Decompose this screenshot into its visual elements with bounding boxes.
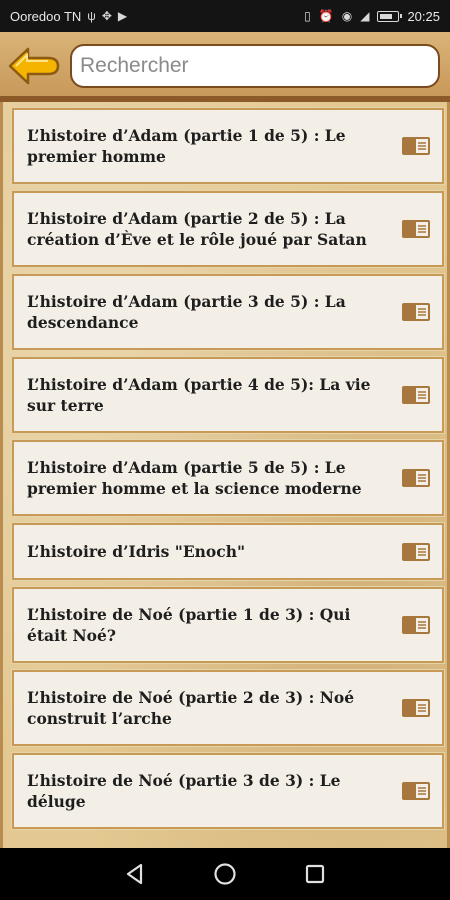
book-icon <box>402 542 430 561</box>
list-item-title: L’histoire de Noé (partie 2 de 3) : Noé … <box>27 688 355 728</box>
list-item[interactable]: L’histoire d’Adam (partie 4 de 5): La vi… <box>11 356 445 434</box>
list-item-title: L’histoire d’Adam (partie 3 de 5) : La d… <box>27 292 346 332</box>
vibrate-icon: ▯ <box>304 9 311 23</box>
list-item-title: L’histoire d’Adam (partie 4 de 5): La vi… <box>27 375 371 415</box>
list-item[interactable]: L’histoire de Noé (partie 2 de 3) : Noé … <box>11 669 445 747</box>
list-item-title: L’histoire d’Adam (partie 5 de 5) : Le p… <box>27 458 362 498</box>
eye-icon: ◉ <box>341 9 353 23</box>
status-bar: Ooredoo TN ψ ✥ ▶ ▯ ⏰ ◉ ◢ 20:25 <box>0 0 450 32</box>
list-item[interactable]: L’histoire d’Adam (partie 2 de 5) : La c… <box>11 190 445 268</box>
signal-icon: ◢ <box>360 9 370 23</box>
nav-home-button[interactable] <box>205 854 245 894</box>
triangle-back-icon <box>126 863 143 885</box>
book-icon <box>402 469 430 487</box>
book-icon <box>402 386 430 404</box>
book-icon <box>402 303 430 321</box>
nav-recent-button[interactable] <box>295 854 335 894</box>
status-right-group: ▯ ⏰ ◉ ◢ 20:25 <box>304 9 440 24</box>
list-item-title: L’histoire de Noé (partie 1 de 3) : Qui … <box>27 605 351 645</box>
list-item-title: L’histoire d’Adam (partie 2 de 5) : La c… <box>27 209 367 249</box>
list-item[interactable]: L’histoire d’Adam (partie 1 de 5) : Le p… <box>11 107 445 185</box>
list-item[interactable]: L’histoire d’Adam (partie 5 de 5) : Le p… <box>11 439 445 517</box>
list-item[interactable]: L’histoire de Noé (partie 1 de 3) : Qui … <box>11 586 445 664</box>
status-time: 20:25 <box>407 8 440 24</box>
carrier-name: Ooredoo TN <box>10 8 82 24</box>
back-button[interactable] <box>8 46 60 86</box>
list-item[interactable]: L’histoire d’Idris "Enoch" <box>11 522 445 581</box>
book-icon <box>402 616 430 634</box>
book-icon <box>402 782 430 800</box>
app-header <box>0 32 450 102</box>
arrow-left-icon <box>8 47 60 85</box>
alarm-icon: ⏰ <box>318 9 334 23</box>
stories-list: L’histoire d’Adam (partie 1 de 5) : Le p… <box>0 102 450 848</box>
youtube-icon: ▶ <box>117 9 128 23</box>
list-item-title: L’histoire de Noé (partie 3 de 3) : Le d… <box>27 771 341 811</box>
notification-icon: ✥ <box>101 9 112 23</box>
system-nav-bar <box>0 848 450 900</box>
list-item-title: L’histoire d’Adam (partie 1 de 5) : Le p… <box>27 126 346 166</box>
book-icon <box>402 699 430 717</box>
battery-icon <box>377 10 403 22</box>
list-item[interactable]: L’histoire de Noé (partie 3 de 3) : Le d… <box>11 752 445 830</box>
square-recent-icon <box>305 864 325 884</box>
list-item[interactable]: L’histoire d’Adam (partie 3 de 5) : La d… <box>11 273 445 351</box>
usb-icon: ψ <box>87 9 96 23</box>
circle-home-icon <box>214 863 236 885</box>
list-item-title: L’histoire d’Idris "Enoch" <box>27 542 246 561</box>
search-input[interactable] <box>80 46 438 86</box>
book-icon <box>402 137 430 155</box>
book-icon <box>402 220 430 238</box>
nav-back-button[interactable] <box>115 854 155 894</box>
status-carrier-group: Ooredoo TN ψ ✥ ▶ <box>10 9 127 24</box>
search-box[interactable] <box>70 44 440 88</box>
